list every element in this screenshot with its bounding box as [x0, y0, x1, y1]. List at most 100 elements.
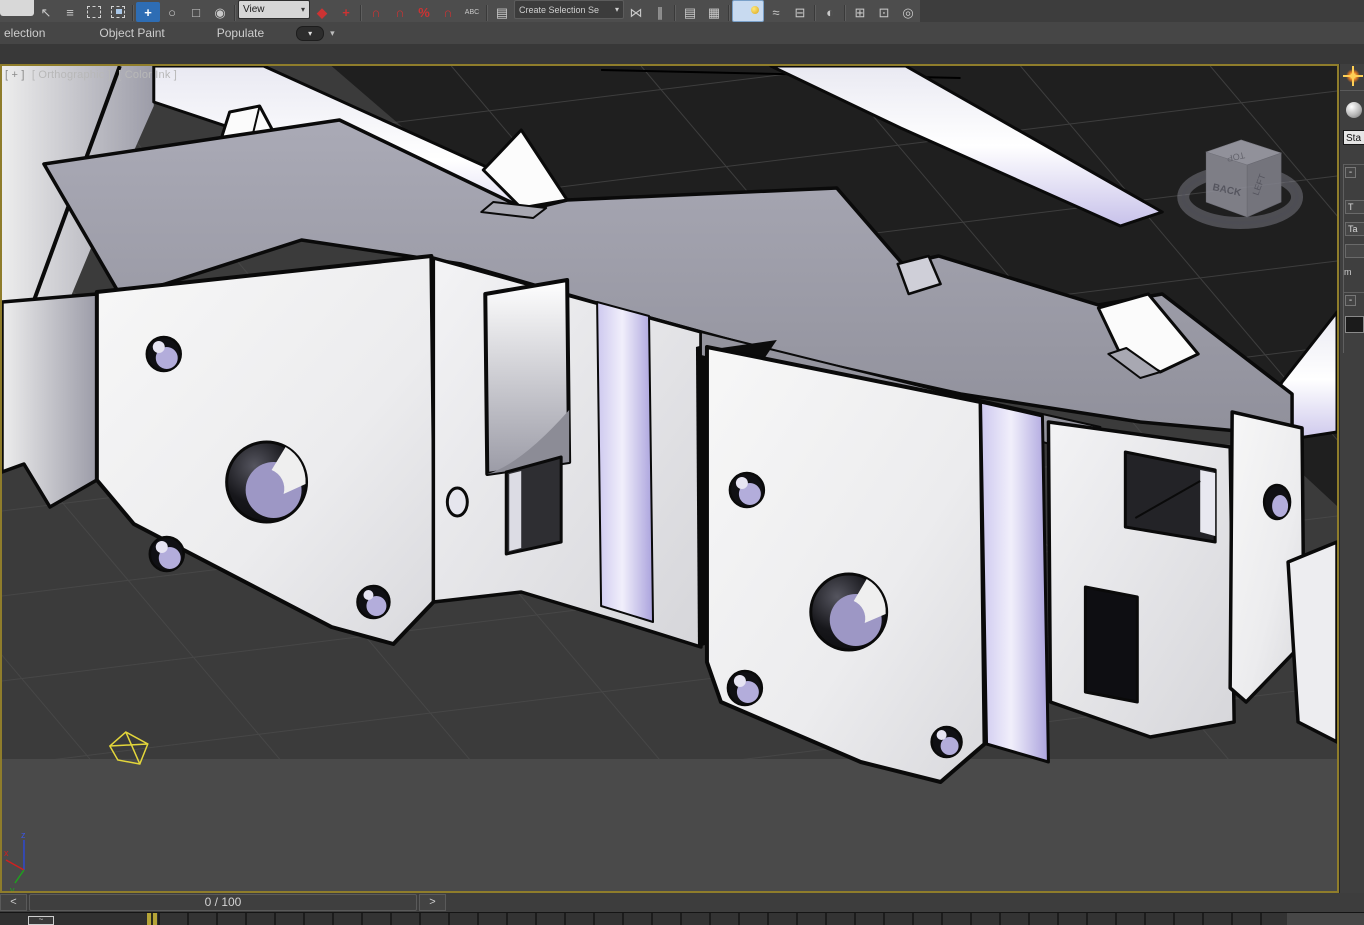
toolbar-empty-area: [920, 0, 1364, 22]
starburst-icon[interactable]: [1343, 66, 1363, 86]
material-sphere-icon[interactable]: [1346, 102, 1362, 118]
viewport[interactable]: [ + ] [ Orthographic ] [ Color Ink ] TOP…: [0, 64, 1339, 893]
ribbon-collapsed-strip: [0, 44, 1364, 64]
render-setup-button[interactable]: ⊞: [848, 2, 872, 22]
render-production-button[interactable]: ◎: [896, 2, 920, 22]
select-object-button[interactable]: ↖: [34, 2, 58, 22]
parameter-field-3[interactable]: [1345, 244, 1364, 258]
rect-selection-region-button[interactable]: [82, 2, 106, 22]
use-pivot-point-center-button[interactable]: ◆: [310, 2, 334, 22]
panel-tab-divider: [1340, 90, 1364, 91]
ribbon-options-caret[interactable]: ▾: [330, 28, 335, 39]
parameter-field-2[interactable]: Ta: [1345, 222, 1364, 236]
parameter-field-1[interactable]: T: [1345, 200, 1364, 214]
manipulate-icon: ◉: [214, 4, 226, 20]
percent-snap-button[interactable]: %: [412, 2, 436, 22]
rect-region-icon: [87, 6, 101, 18]
axis-y-label: y: [10, 885, 15, 891]
tab-selection[interactable]: election: [0, 22, 49, 44]
pivot-center-icon: ◆: [317, 4, 327, 20]
toolbar-separator: [358, 4, 364, 22]
material-editor-button[interactable]: ◐: [818, 2, 842, 22]
select-cursor-icon: ↖: [40, 4, 52, 20]
named-selection-combo[interactable]: Create Selection Se ▾: [514, 0, 624, 19]
current-frame-indicator[interactable]: [147, 913, 157, 925]
viewport-shading-menu[interactable]: [ Color Ink ]: [118, 69, 177, 81]
tab-object-paint[interactable]: Object Paint: [95, 22, 168, 44]
toolbar-separator: [232, 4, 238, 22]
main-toolbar: ↖ ≡ + ○ □ ◉ View ▾ ◆ + ∩ ∩ % ∩ ABC ▤ Cre…: [0, 0, 1364, 23]
chevron-down-icon: ▾: [300, 5, 305, 14]
edit-named-selection-sets-button[interactable]: ▤: [490, 2, 514, 22]
ribbon-tab-bar: election Object Paint Populate ▾ ▾: [0, 22, 1364, 44]
next-frame-button[interactable]: >: [419, 894, 446, 911]
magnet-3d-icon: ∩: [371, 4, 381, 20]
right-command-panel: Sta - T Ta m -: [1339, 64, 1364, 893]
select-and-move-button[interactable]: +: [136, 2, 160, 22]
rollout-collapse-button[interactable]: -: [1345, 295, 1356, 306]
keyboard-override-icon: ABC: [464, 8, 480, 16]
align-button[interactable]: ∥: [648, 2, 672, 22]
axis-x-label: x: [4, 848, 9, 858]
named-selection-label: Create Selection Se: [519, 4, 600, 15]
scene-explorer-icon: ▦: [707, 4, 721, 20]
window-crossing-icon: [111, 6, 125, 18]
viewport-general-menu[interactable]: [ + ]: [5, 69, 25, 81]
select-and-rotate-button[interactable]: ○: [160, 2, 184, 22]
viewport-label: [ + ] [ Orthographic ] [ Color Ink ]: [5, 69, 177, 81]
snap-toggle-3d-button[interactable]: ∩: [364, 2, 388, 22]
schematic-view-button[interactable]: ⊟: [788, 2, 812, 22]
keyboard-override-button[interactable]: ABC: [460, 2, 484, 22]
ribbon-minimize-button[interactable]: ▾: [296, 25, 325, 41]
viewport-canvas[interactable]: TOP BACK LEFT z x y: [2, 66, 1337, 891]
render-teapot-icon: ◎: [902, 4, 914, 20]
curve-editor-button[interactable]: ≈: [764, 2, 788, 22]
select-by-name-icon: ≡: [66, 4, 74, 20]
toolbar-separator: [672, 4, 678, 22]
magnet-angle-icon: ∩: [395, 4, 405, 20]
track-bar[interactable]: ~: [0, 912, 1364, 925]
layer-manager-button[interactable]: ▤: [678, 2, 702, 22]
scale-icon: □: [192, 4, 200, 20]
named-sets-icon: ▤: [495, 4, 509, 20]
material-editor-icon: ◐: [826, 4, 834, 20]
spinner-snap-button[interactable]: ∩: [436, 2, 460, 22]
reference-coordinate-label: View: [243, 4, 265, 15]
mini-curve-editor-button[interactable]: ~: [28, 916, 54, 925]
toolbar-separator: [130, 4, 136, 22]
color-swatch[interactable]: [1345, 316, 1364, 333]
mirror-icon: ⋈: [629, 4, 643, 20]
select-and-scale-button[interactable]: □: [184, 2, 208, 22]
align-icon: ∥: [656, 4, 664, 20]
rollout-collapse-button[interactable]: -: [1345, 167, 1356, 178]
select-by-name-button[interactable]: ≡: [58, 2, 82, 22]
tab-populate[interactable]: Populate: [213, 22, 268, 44]
mirror-button[interactable]: ⋈: [624, 2, 648, 22]
select-place-icon: +: [342, 4, 350, 20]
chevron-down-icon: ▾: [614, 5, 619, 14]
axis-z-label: z: [21, 830, 26, 840]
flyout-partial-button[interactable]: [0, 0, 34, 16]
ribbon-toggle-button[interactable]: [732, 0, 764, 22]
layers-icon: ▤: [683, 4, 697, 20]
percent-snap-icon: %: [418, 4, 430, 20]
rendered-frame-window-button[interactable]: ⊡: [872, 2, 896, 22]
time-slider[interactable]: 0 / 100: [29, 894, 417, 911]
rendered-frame-icon: ⊡: [878, 4, 890, 20]
move-icon: +: [144, 4, 152, 20]
toolbar-separator: [842, 4, 848, 22]
select-and-place-button[interactable]: +: [334, 2, 358, 22]
track-bar-ticks[interactable]: [158, 913, 1287, 925]
previous-frame-button[interactable]: <: [0, 894, 27, 911]
window-crossing-button[interactable]: [106, 2, 130, 22]
toolbar-separator: [484, 4, 490, 22]
angle-snap-button[interactable]: ∩: [388, 2, 412, 22]
reference-coordinate-combo[interactable]: View ▾: [238, 0, 310, 19]
viewport-pov-menu[interactable]: [ Orthographic ]: [32, 69, 111, 81]
select-and-manipulate-button[interactable]: ◉: [208, 2, 232, 22]
track-bar-right-zone: [1287, 913, 1364, 925]
3ds-max-window: ↖ ≡ + ○ □ ◉ View ▾ ◆ + ∩ ∩ % ∩ ABC ▤ Cre…: [0, 0, 1364, 925]
parameter-label-m: m: [1344, 267, 1352, 277]
material-type-field[interactable]: Sta: [1343, 130, 1364, 145]
scene-explorer-button[interactable]: ▦: [702, 2, 726, 22]
